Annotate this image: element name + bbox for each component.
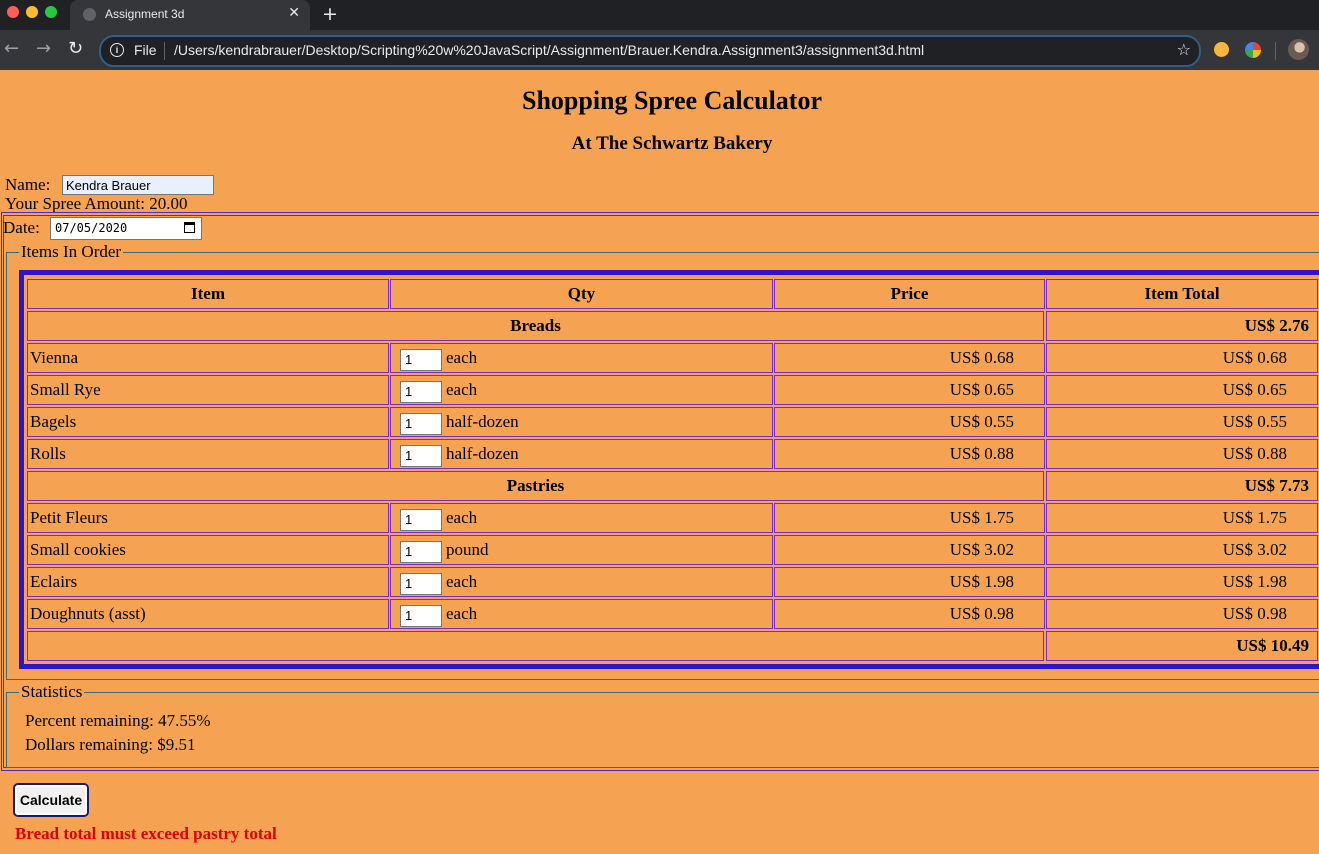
browser-tab-bar: Assignment 3d ✕ +: [0, 0, 1319, 30]
browser-tab[interactable]: Assignment 3d ✕: [70, 0, 310, 30]
item-price: US$ 0.68: [774, 343, 1045, 373]
item-name: Bagels: [27, 407, 389, 437]
date-input[interactable]: 07/05/2020: [50, 217, 202, 240]
spree-amount-text: Your Spree Amount: 20.00: [5, 194, 188, 213]
forward-arrow-icon[interactable]: →: [36, 38, 51, 59]
qty-cell: 1 each: [390, 567, 773, 597]
item-name: Rolls: [27, 439, 389, 469]
item-price: US$ 0.55: [774, 407, 1045, 437]
item-name: Small cookies: [27, 535, 389, 565]
unit-label: each: [446, 380, 478, 399]
qty-cell: 1 pound: [390, 535, 773, 565]
item-price: US$ 0.65: [774, 375, 1045, 405]
url-text[interactable]: /Users/kendrabrauer/Desktop/Scripting%20…: [174, 42, 924, 58]
item-total: US$ 3.02: [1046, 535, 1318, 565]
globe-icon: [83, 8, 96, 21]
percent-remaining: Percent remaining: 47.55%: [25, 711, 211, 730]
qty-input[interactable]: 1: [400, 349, 442, 371]
column-header: Item: [27, 279, 389, 309]
category-total: US$ 7.73: [1046, 471, 1318, 501]
qty-cell: 1 each: [390, 599, 773, 629]
qty-cell: 1 each: [390, 503, 773, 533]
unit-label: each: [446, 508, 478, 527]
unit-label: half-dozen: [446, 412, 519, 431]
item-name: Doughnuts (asst): [27, 599, 389, 629]
unit-label: half-dozen: [446, 444, 519, 463]
calendar-icon[interactable]: [184, 222, 195, 233]
item-total: US$ 0.98: [1046, 599, 1318, 629]
item-total: US$ 0.88: [1046, 439, 1318, 469]
extension-icon[interactable]: [1214, 42, 1229, 57]
back-arrow-icon[interactable]: ←: [4, 38, 19, 59]
new-tab-button[interactable]: +: [322, 3, 338, 25]
qty-cell: 1 each: [390, 375, 773, 405]
address-bar[interactable]: i File /Users/kendrabrauer/Desktop/Scrip…: [99, 35, 1201, 67]
category-row-breads: Breads: [27, 311, 1044, 341]
statistics-legend: Statistics: [19, 682, 85, 702]
item-name: Petit Fleurs: [27, 503, 389, 533]
name-input[interactable]: [62, 175, 214, 195]
file-label: File: [134, 42, 157, 58]
item-name: Vienna: [27, 343, 389, 373]
item-price: US$ 0.98: [774, 599, 1045, 629]
toolbar-divider: [1275, 42, 1276, 60]
calculate-button[interactable]: Calculate: [13, 783, 89, 817]
unit-label: each: [446, 604, 478, 623]
qty-input[interactable]: 1: [400, 413, 442, 435]
qty-input[interactable]: 1: [400, 381, 442, 403]
page-title: Shopping Spree Calculator: [521, 86, 822, 115]
column-header: Item Total: [1046, 279, 1318, 309]
category-row-pastries: Pastries: [27, 471, 1044, 501]
item-total: US$ 1.75: [1046, 503, 1318, 533]
grand-total-spacer: [27, 631, 1044, 661]
date-label: Date:: [3, 218, 40, 237]
reload-icon[interactable]: ↻: [68, 38, 83, 59]
close-window-button[interactable]: [7, 6, 19, 18]
unit-label: pound: [446, 540, 489, 559]
qty-input[interactable]: 1: [400, 605, 442, 627]
tab-close-icon[interactable]: ✕: [288, 5, 300, 21]
qty-cell: 1 each: [390, 343, 773, 373]
qty-input[interactable]: 1: [400, 445, 442, 467]
item-total: US$ 0.65: [1046, 375, 1318, 405]
item-name: Small Rye: [27, 375, 389, 405]
qty-cell: 1 half-dozen: [390, 407, 773, 437]
name-label: Name:: [5, 175, 51, 194]
minimize-window-button[interactable]: [26, 6, 38, 18]
qty-input[interactable]: 1: [400, 573, 442, 595]
tab-title: Assignment 3d: [105, 7, 185, 21]
qty-cell: 1 half-dozen: [390, 439, 773, 469]
items-in-order-legend: Items In Order: [19, 242, 124, 262]
grand-total: US$ 10.49: [1046, 631, 1318, 661]
item-price: US$ 3.02: [774, 535, 1045, 565]
error-message: Bread total must exceed pastry total: [15, 824, 277, 843]
item-total: US$ 0.55: [1046, 407, 1318, 437]
address-divider: [164, 42, 165, 60]
dollars-remaining: Dollars remaining: $9.51: [25, 735, 196, 754]
unit-label: each: [446, 572, 478, 591]
qty-input[interactable]: 1: [400, 509, 442, 531]
page-subtitle: At The Schwartz Bakery: [571, 133, 773, 154]
item-price: US$ 0.88: [774, 439, 1045, 469]
qty-input[interactable]: 1: [400, 541, 442, 563]
item-price: US$ 1.98: [774, 567, 1045, 597]
item-total: US$ 0.68: [1046, 343, 1318, 373]
profile-avatar[interactable]: [1288, 39, 1309, 60]
item-name: Eclairs: [27, 567, 389, 597]
column-header: Qty: [390, 279, 773, 309]
maximize-window-button[interactable]: [45, 6, 57, 18]
item-price: US$ 1.75: [774, 503, 1045, 533]
color-wheel-extension-icon[interactable]: [1245, 42, 1261, 58]
column-header: Price: [774, 279, 1045, 309]
unit-label: each: [446, 348, 478, 367]
bookmark-star-icon[interactable]: ☆: [1177, 40, 1191, 59]
browser-toolbar: ← → ↻ i File /Users/kendrabrauer/Desktop…: [0, 30, 1319, 70]
category-total: US$ 2.76: [1046, 311, 1318, 341]
date-value: 07/05/2020: [55, 221, 128, 235]
info-icon[interactable]: i: [110, 43, 124, 57]
item-total: US$ 1.98: [1046, 567, 1318, 597]
